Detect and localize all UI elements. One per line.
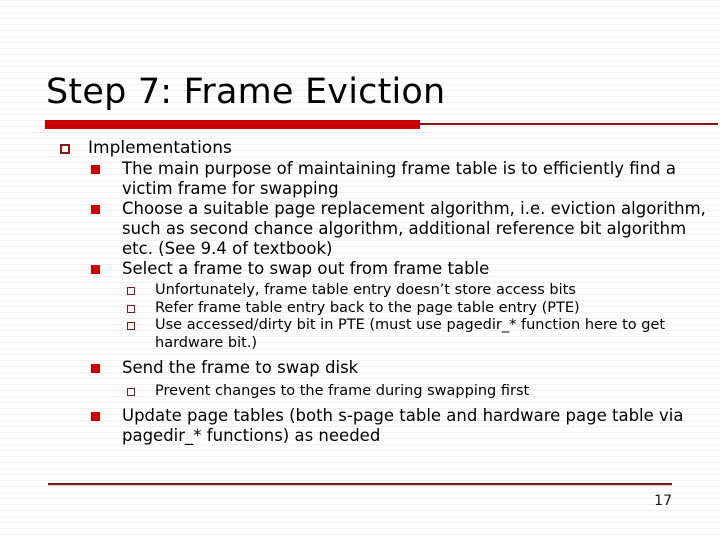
hollow-square-bullet-icon bbox=[60, 144, 70, 154]
bullet-text: Send the frame to swap disk bbox=[122, 358, 359, 377]
bullet-item-no-access-bits: Unfortunately, frame table entry doesn’t… bbox=[0, 282, 720, 300]
bullet-item-refer-pte: Refer frame table entry back to the page… bbox=[0, 300, 720, 318]
bullet-item-choose-algorithm: Choose a suitable page replacement algor… bbox=[0, 199, 720, 259]
slide-body: Implementations The main purpose of main… bbox=[0, 138, 720, 446]
bullet-item-send-frame-swap-disk: Send the frame to swap disk bbox=[0, 358, 720, 378]
bullet-item-update-page-tables: Update page tables (both s-page table an… bbox=[0, 406, 720, 446]
bullet-item-prevent-changes: Prevent changes to the frame during swap… bbox=[0, 383, 720, 401]
bullet-item-implementations: Implementations bbox=[0, 138, 720, 159]
bullet-text: Unfortunately, frame table entry doesn’t… bbox=[155, 282, 576, 298]
filled-square-bullet-icon bbox=[91, 265, 100, 274]
bullet-text: Prevent changes to the frame during swap… bbox=[155, 383, 530, 399]
hollow-square-bullet-icon bbox=[127, 304, 135, 313]
hollow-square-bullet-icon bbox=[127, 322, 135, 330]
bullet-item-select-frame: Select a frame to swap out from frame ta… bbox=[0, 259, 720, 279]
page-number: 17 bbox=[654, 493, 672, 509]
filled-square-bullet-icon bbox=[91, 364, 100, 373]
filled-square-bullet-icon bbox=[91, 205, 100, 214]
bullet-item-main-purpose: The main purpose of maintaining frame ta… bbox=[0, 159, 720, 199]
bullet-text: Update page tables (both s-page table an… bbox=[122, 405, 684, 445]
title-rule-thick bbox=[45, 120, 420, 129]
hollow-square-bullet-icon bbox=[127, 287, 135, 295]
bullet-text: Implementations bbox=[88, 138, 232, 158]
bullet-text: Use accessed/dirty bit in PTE (must use … bbox=[155, 317, 666, 351]
slide: Step 7: Frame Eviction Implementations T… bbox=[0, 0, 720, 540]
filled-square-bullet-icon bbox=[91, 411, 100, 421]
bullet-text: Refer frame table entry back to the page… bbox=[155, 299, 580, 316]
footer-rule-highlight bbox=[48, 485, 672, 486]
hollow-square-bullet-icon bbox=[127, 388, 135, 396]
slide-title: Step 7: Frame Eviction bbox=[46, 72, 446, 112]
bullet-text: Select a frame to swap out from frame ta… bbox=[122, 259, 490, 278]
filled-square-bullet-icon bbox=[91, 165, 100, 174]
bullet-text: Choose a suitable page replacement algor… bbox=[122, 199, 706, 258]
bullet-item-accessed-dirty-bit: Use accessed/dirty bit in PTE (must use … bbox=[0, 317, 720, 352]
bullet-text: The main purpose of maintaining frame ta… bbox=[122, 159, 676, 198]
